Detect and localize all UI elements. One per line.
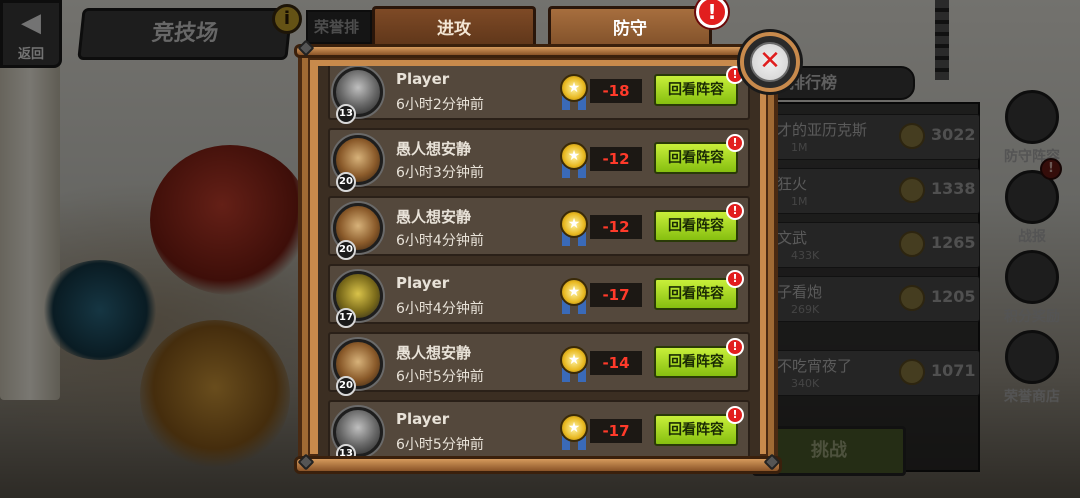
star-icon: ★ [560,346,588,374]
level-badge: 20 [336,240,356,260]
alert-icon: ! [726,134,744,152]
player-avatar: 17 [333,271,383,328]
replay-lineup-button[interactable]: 回看阵容 [654,210,738,242]
replay-lineup-button[interactable]: 回看阵容 [654,278,738,310]
score-change: -12 [590,215,642,239]
level-badge: 13 [336,104,356,124]
player-avatar: 20 [333,135,383,192]
opponent-name: 愚人想安静 [396,208,472,226]
alert-icon: ! [726,406,744,424]
player-avatar: 20 [333,339,383,396]
record-time: 6小时4分钟前 [396,301,484,317]
level-badge: 13 [336,444,356,456]
defense-record-list[interactable]: 13 Player 6小时2分钟前 ★ -18 回看阵容 ! 20 愚人想安静 … [318,66,760,456]
star-icon: ★ [560,142,588,170]
scroll-rod-bottom [294,456,782,474]
record-time: 6小时3分钟前 [396,165,484,181]
star-icon: ★ [560,414,588,442]
medal-icon: ★ [560,210,588,246]
score-change: -14 [590,351,642,375]
record-row[interactable]: 13 Player 6小时5分钟前 ★ -17 回看阵容 ! [328,400,750,456]
opponent-name: 愚人想安静 [396,344,472,362]
scroll-rod-top [294,44,782,58]
record-row[interactable]: 13 Player 6小时2分钟前 ★ -18 回看阵容 ! [328,66,750,124]
replay-lineup-button[interactable]: 回看阵容 [654,346,738,378]
replay-lineup-button[interactable]: 回看阵容 [654,74,738,106]
level-badge: 17 [336,308,356,328]
level-badge: 20 [336,376,356,396]
record-row[interactable]: 20 愚人想安静 6小时4分钟前 ★ -12 回看阵容 ! [328,196,750,260]
score-change: -18 [590,79,642,103]
record-time: 6小时5分钟前 [396,369,484,385]
record-time: 6小时2分钟前 [396,97,484,113]
record-row[interactable]: 20 愚人想安静 6小时5分钟前 ★ -14 回看阵容 ! [328,332,750,396]
player-avatar: 13 [333,67,383,124]
level-badge: 20 [336,172,356,192]
opponent-name: Player [396,410,450,428]
record-row[interactable]: 17 Player 6小时4分钟前 ★ -17 回看阵容 ! [328,264,750,328]
record-row[interactable]: 20 愚人想安静 6小时3分钟前 ★ -12 回看阵容 ! [328,128,750,192]
opponent-name: Player [396,70,450,88]
score-change: -12 [590,147,642,171]
score-change: -17 [590,419,642,443]
close-icon: ✕ [750,42,790,82]
medal-icon: ★ [560,74,588,110]
star-icon: ★ [560,74,588,102]
record-time: 6小时4分钟前 [396,233,484,249]
medal-icon: ★ [560,142,588,178]
alert-icon: ! [726,270,744,288]
medal-icon: ★ [560,278,588,314]
medal-icon: ★ [560,414,588,450]
score-change: -17 [590,283,642,307]
opponent-name: Player [396,274,450,292]
player-avatar: 20 [333,203,383,260]
close-button[interactable]: ✕ [740,32,800,92]
alert-icon: ! [726,202,744,220]
opponent-name: 愚人想安静 [396,140,472,158]
player-avatar: 13 [333,407,383,456]
record-time: 6小时5分钟前 [396,437,484,453]
replay-lineup-button[interactable]: 回看阵容 [654,414,738,446]
star-icon: ★ [560,278,588,306]
alert-icon: ! [726,338,744,356]
replay-lineup-button[interactable]: 回看阵容 [654,142,738,174]
medal-icon: ★ [560,346,588,382]
star-icon: ★ [560,210,588,238]
